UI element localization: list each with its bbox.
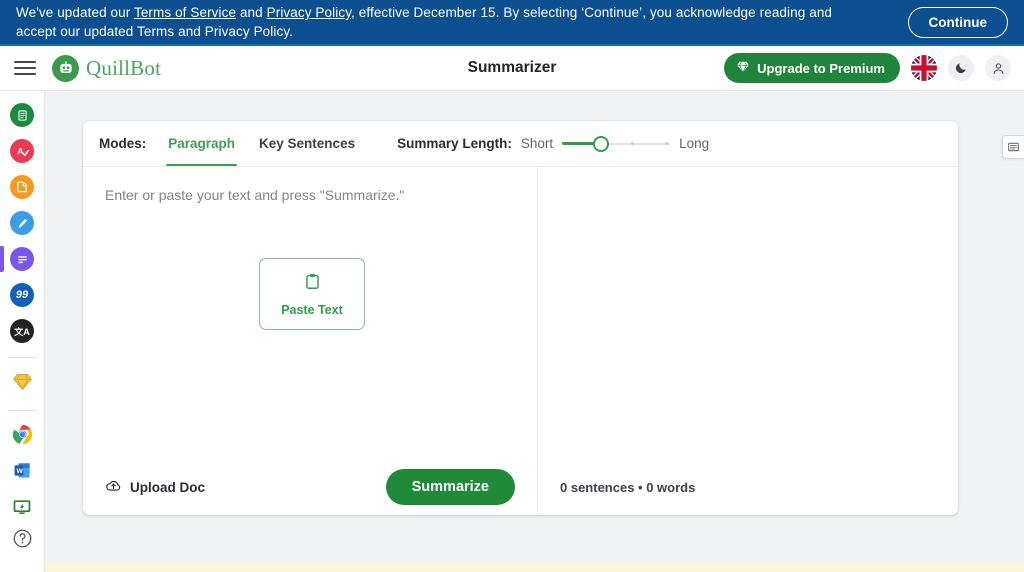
continue-button[interactable]: Continue	[907, 7, 1008, 38]
sidebar-tools-group: A 99 文A	[0, 97, 44, 349]
paste-text-label: Paste Text	[281, 302, 343, 317]
quillbot-robot-icon	[52, 54, 79, 82]
sidebar-item-citation-generator[interactable]: 99	[0, 277, 44, 313]
output-pane: 0 sentences • 0 words	[538, 167, 958, 515]
hamburger-bar-2	[14, 67, 36, 69]
brand-logo-link[interactable]: QuillBot	[52, 54, 162, 82]
app-header: QuillBot Summarizer Upgrade to Premium	[0, 46, 1024, 91]
dark-mode-moon-icon[interactable]	[948, 55, 974, 81]
input-footer: Upload Doc Summarize	[83, 459, 537, 515]
sidebar-item-plagiarism-checker[interactable]	[0, 169, 44, 205]
policy-update-banner: We've updated our Terms of Service and P…	[0, 0, 1024, 46]
output-footer: 0 sentences • 0 words	[538, 459, 958, 515]
length-short-label: Short	[520, 136, 554, 151]
sidebar-item-word-addin[interactable]: W	[0, 455, 44, 491]
terms-of-service-link[interactable]: Terms of Service	[134, 5, 236, 20]
sidebar-item-paraphraser[interactable]	[0, 97, 44, 133]
sidebar-item-desktop-app[interactable]	[0, 491, 44, 527]
sidebar-item-help[interactable]	[0, 528, 44, 554]
slider-tick-4	[665, 142, 669, 145]
summarize-button[interactable]: Summarize	[385, 469, 515, 505]
banner-message: We've updated our Terms of Service and P…	[16, 3, 876, 41]
summarizer-toolbar: Modes: Paragraph Key Sentences Summary L…	[83, 121, 958, 167]
cloud-upload-icon	[105, 477, 122, 497]
svg-text:A: A	[17, 147, 23, 156]
upload-doc-label: Upload Doc	[130, 479, 206, 495]
input-pane: Enter or paste your text and press "Summ…	[83, 167, 538, 515]
tab-key-sentences[interactable]: Key Sentences	[247, 121, 367, 166]
citation-quote-icon: 99	[10, 283, 34, 307]
summary-length-slider[interactable]	[562, 134, 671, 154]
premium-diamond-icon	[12, 371, 33, 397]
card-body: Enter or paste your text and press "Summ…	[83, 167, 958, 515]
hamburger-menu-icon[interactable]	[14, 57, 36, 79]
translator-icon: 文A	[10, 319, 34, 343]
sidebar-item-summarizer[interactable]	[0, 241, 44, 277]
banner-text-part1: We've updated our	[16, 5, 134, 20]
paraphraser-icon	[10, 103, 34, 127]
text-input-area[interactable]: Enter or paste your text and press "Summ…	[83, 167, 537, 459]
grammar-checker-icon: A	[10, 139, 34, 163]
word-icon: W	[13, 461, 32, 485]
clipboard-icon	[303, 272, 322, 296]
tab-paragraph-label: Paragraph	[168, 136, 236, 151]
plagiarism-checker-icon	[10, 175, 34, 199]
desktop-monitor-icon	[12, 497, 32, 522]
summary-length-label: Summary Length:	[397, 136, 512, 151]
tab-paragraph[interactable]: Paragraph	[156, 121, 247, 166]
svg-text:W: W	[16, 468, 23, 475]
upgrade-label: Upgrade to Premium	[757, 60, 885, 76]
summarizer-card: Modes: Paragraph Key Sentences Summary L…	[83, 121, 958, 515]
modes-label: Modes:	[99, 136, 147, 151]
sidebar-item-chrome-extension[interactable]	[0, 419, 44, 455]
language-flag-icon[interactable]	[911, 55, 937, 81]
app-root: We've updated our Terms of Service and P…	[0, 0, 1024, 572]
bottom-notification-strip	[45, 563, 1024, 572]
sidebar-item-premium[interactable]	[0, 366, 44, 402]
diamond-icon	[736, 60, 750, 77]
banner-text-part2: and	[236, 5, 267, 20]
summarizer-icon	[10, 247, 34, 271]
output-text-area	[538, 167, 958, 459]
sidebar-item-translator[interactable]: 文A	[0, 313, 44, 349]
co-writer-pen-icon	[10, 211, 34, 235]
sidebar-item-co-writer[interactable]	[0, 205, 44, 241]
tab-key-sentences-label: Key Sentences	[259, 136, 356, 151]
output-panel-toggle-icon[interactable]	[1002, 135, 1024, 159]
sidebar-item-grammar-checker[interactable]: A	[0, 133, 44, 169]
paste-text-button[interactable]: Paste Text	[259, 258, 365, 330]
hamburger-bar-1	[14, 61, 36, 63]
tool-sidebar: A 99 文A W	[0, 91, 45, 572]
hamburger-bar-3	[14, 73, 36, 75]
slider-thumb[interactable]	[593, 135, 610, 152]
sidebar-divider-1	[7, 357, 37, 358]
sidebar-divider-2	[7, 410, 37, 411]
upgrade-to-premium-button[interactable]: Upgrade to Premium	[724, 53, 900, 83]
privacy-policy-link[interactable]: Privacy Policy	[267, 5, 351, 20]
workspace: Modes: Paragraph Key Sentences Summary L…	[45, 91, 1024, 563]
account-avatar-icon[interactable]	[985, 55, 1011, 81]
output-stats: 0 sentences • 0 words	[560, 479, 696, 495]
chrome-icon	[12, 424, 33, 450]
help-question-icon	[12, 528, 33, 554]
input-placeholder: Enter or paste your text and press "Summ…	[105, 187, 405, 203]
header-actions: Upgrade to Premium	[724, 53, 1011, 83]
slider-tick-3	[631, 142, 635, 145]
brand-name: QuillBot	[86, 55, 162, 80]
upload-doc-button[interactable]: Upload Doc	[105, 477, 205, 497]
length-long-label: Long	[679, 136, 710, 151]
